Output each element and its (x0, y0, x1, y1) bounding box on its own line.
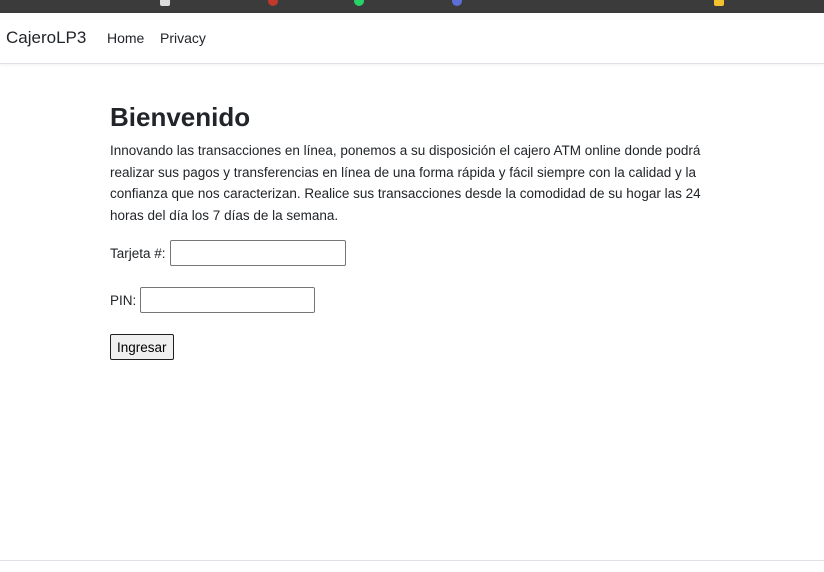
pin-input[interactable] (140, 287, 316, 313)
folder-icon (714, 0, 724, 6)
submit-button[interactable]: Ingresar (110, 334, 174, 360)
whatsapp-icon (354, 0, 364, 6)
blue-site-icon (452, 0, 462, 6)
nav-link-home[interactable]: Home (107, 30, 144, 46)
navbar: CajeroLP3 Home Privacy (0, 13, 824, 64)
pin-row: PIN: (110, 287, 316, 313)
card-number-input[interactable] (169, 240, 346, 266)
pin-label: PIN: (110, 292, 137, 308)
intro-paragraph: Innovando las transacciones en línea, po… (110, 143, 701, 223)
nav-link-privacy[interactable]: Privacy (160, 30, 206, 46)
main-content: Bienvenido Innovando las transacciones e… (110, 100, 710, 360)
footer (0, 560, 824, 572)
page-title: Bienvenido (110, 102, 251, 132)
brand-link[interactable]: CajeroLP3 (6, 28, 86, 48)
red-site-icon (268, 0, 278, 6)
card-number-label: Tarjeta #: (110, 245, 166, 261)
page-icon (160, 0, 170, 6)
card-number-row: Tarjeta #: (110, 240, 346, 266)
browser-tab-strip (0, 0, 824, 13)
